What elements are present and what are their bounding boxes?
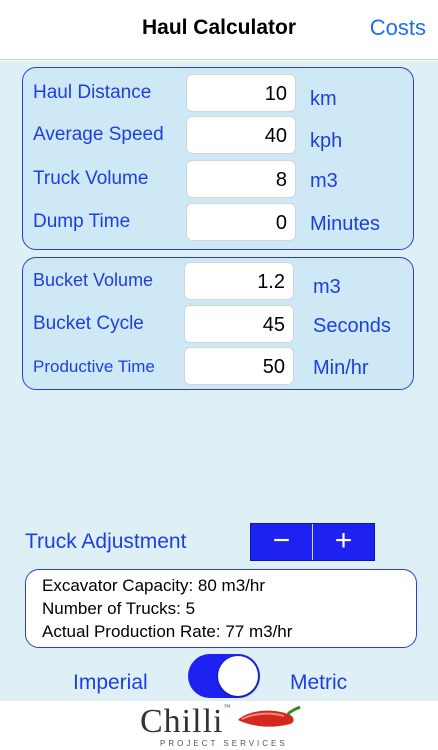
truck-volume-field[interactable]: 8 (186, 160, 296, 198)
bucket-cycle-label: Bucket Cycle (33, 313, 144, 334)
stepper-divider (312, 524, 313, 560)
excavator-capacity-text: Excavator Capacity: 80 m3/hr (42, 576, 265, 595)
number-of-trucks-text: Number of Trucks: 5 (42, 599, 196, 618)
bucket-cycle-field[interactable]: 45 (184, 305, 294, 343)
bucket-volume-field[interactable]: 1.2 (184, 262, 294, 300)
dump-time-label: Dump Time (33, 211, 131, 232)
results-box: Excavator Capacity: 80 m3/hr Number of T… (25, 569, 417, 648)
haul-distance-row: Haul Distance 10 km (23, 74, 413, 114)
toggle-knob (218, 656, 258, 696)
dump-time-unit: Minutes (310, 213, 381, 235)
footer-banner: Chilli™ PROJECT SERVICES (0, 701, 438, 750)
bucket-cycle-unit: Seconds (313, 315, 391, 337)
average-speed-unit: kph (310, 130, 343, 152)
average-speed-label: Average Speed (33, 124, 164, 145)
logo-trademark: ™ (223, 703, 232, 711)
average-speed-row: Average Speed 40 kph (23, 116, 413, 156)
chilli-logo: Chilli™ (140, 703, 231, 741)
increment-button[interactable]: + (313, 524, 374, 560)
logo-wordmark: Chilli (140, 703, 224, 740)
actual-production-text: Actual Production Rate: 77 m3/hr (42, 622, 293, 641)
bucket-volume-row: Bucket Volume 1.2 m3 (23, 262, 413, 302)
truck-adjustment-stepper: − + (250, 523, 375, 561)
metric-label: Metric (290, 671, 348, 694)
units-toggle[interactable] (188, 654, 260, 698)
nav-bar: Haul Calculator Costs (0, 0, 438, 60)
bucket-volume-unit: m3 (313, 276, 341, 298)
dump-time-row: Dump Time 0 Minutes (23, 203, 413, 243)
productive-time-unit: Min/hr (313, 357, 369, 379)
truck-volume-unit: m3 (310, 170, 338, 192)
imperial-label: Imperial (73, 671, 148, 694)
truck-volume-label: Truck Volume (33, 168, 149, 189)
haul-distance-unit: km (310, 88, 337, 110)
productive-time-label: Productive Time (33, 357, 155, 376)
truck-volume-row: Truck Volume 8 m3 (23, 160, 413, 200)
truck-adjustment-label: Truck Adjustment (25, 530, 187, 553)
chilli-pepper-icon (238, 705, 301, 727)
excavator-group: Bucket Volume 1.2 m3 Bucket Cycle 45 Sec… (22, 257, 414, 390)
haul-distance-field[interactable]: 10 (186, 74, 296, 112)
bucket-volume-label: Bucket Volume (33, 270, 154, 290)
costs-button[interactable]: Costs (370, 15, 426, 41)
logo-subtitle: PROJECT SERVICES (160, 739, 288, 748)
average-speed-field[interactable]: 40 (186, 116, 296, 154)
bucket-cycle-row: Bucket Cycle 45 Seconds (23, 305, 413, 345)
dump-time-field[interactable]: 0 (186, 203, 296, 241)
calculator-panel: Haul Distance 10 km Average Speed 40 kph… (0, 61, 438, 701)
productive-time-row: Productive Time 50 Min/hr (23, 347, 413, 387)
haul-distance-label: Haul Distance (33, 82, 152, 103)
productive-time-field[interactable]: 50 (184, 347, 294, 385)
haul-group: Haul Distance 10 km Average Speed 40 kph… (22, 67, 414, 250)
decrement-button[interactable]: − (251, 524, 312, 560)
